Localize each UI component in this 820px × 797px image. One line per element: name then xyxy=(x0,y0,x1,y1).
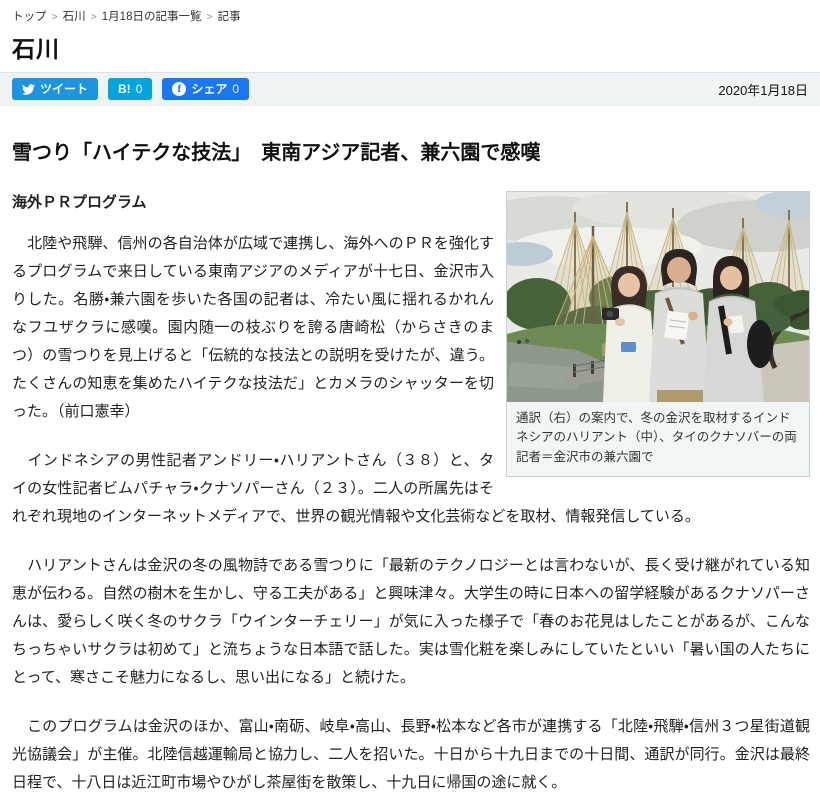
breadcrumb-link-top[interactable]: トップ xyxy=(12,11,47,23)
twitter-bird-icon xyxy=(22,83,35,96)
breadcrumb-separator: > xyxy=(90,11,97,23)
facebook-share-button[interactable]: f シェア 0 xyxy=(162,78,250,100)
breadcrumb-separator: > xyxy=(206,11,213,23)
article-body: 通訳（右）の案内で、冬の金沢を取材するインドネシアのハリアント（中）、タイのクナ… xyxy=(0,183,820,797)
article-page: トップ > 石川 >1月18日の記事一覧 > 記事 石川 ツイート B! 0 f シェア … xyxy=(0,0,820,791)
tweet-button-label: ツイート xyxy=(40,82,89,96)
facebook-share-label: シェア xyxy=(191,82,228,96)
article-date: 2020年1月18日 xyxy=(718,82,808,98)
hatena-b-icon: B! xyxy=(118,82,131,96)
hatena-bookmark-button[interactable]: B! 0 xyxy=(108,78,153,100)
photo-caption: 通訳（右）の案内で、冬の金沢を取材するインドネシアのハリアント（中）、タイのクナ… xyxy=(507,402,809,477)
share-bar: ツイート B! 0 f シェア 0 2020年1月18日 xyxy=(0,72,820,106)
article-title: 雪つり「ハイテクな技法」 東南アジア記者、兼六園で感嘆 xyxy=(12,142,541,164)
tweet-button[interactable]: ツイート xyxy=(12,78,99,100)
breadcrumb-link-ishikawa[interactable]: 石川 xyxy=(63,11,86,23)
breadcrumb-link-article-list[interactable]: 1月18日の記事一覧 xyxy=(102,11,202,23)
breadcrumb: トップ > 石川 >1月18日の記事一覧 > 記事 xyxy=(0,0,820,26)
article-paragraph-3: ハリアントさんは金沢の冬の風物詩である雪つりに「最新のテクノロジーとは言わないが… xyxy=(12,557,810,686)
page-title: 石川 xyxy=(12,36,60,62)
hatena-count: 0 xyxy=(135,82,143,96)
breadcrumb-link-article[interactable]: 記事 xyxy=(218,11,241,23)
facebook-icon: f xyxy=(172,82,187,96)
article-photo-figure: 通訳（右）の案内で、冬の金沢を取材するインドネシアのハリアント（中）、タイのクナ… xyxy=(506,191,810,478)
article-paragraph-4: このプログラムは金沢のほか、富山・南砺、岐阜・高山、長野・松本など各市が連携する… xyxy=(12,718,810,791)
facebook-share-count: 0 xyxy=(232,82,240,96)
breadcrumb-separator: > xyxy=(51,11,58,23)
kenrokuen-photo[interactable] xyxy=(507,192,809,402)
